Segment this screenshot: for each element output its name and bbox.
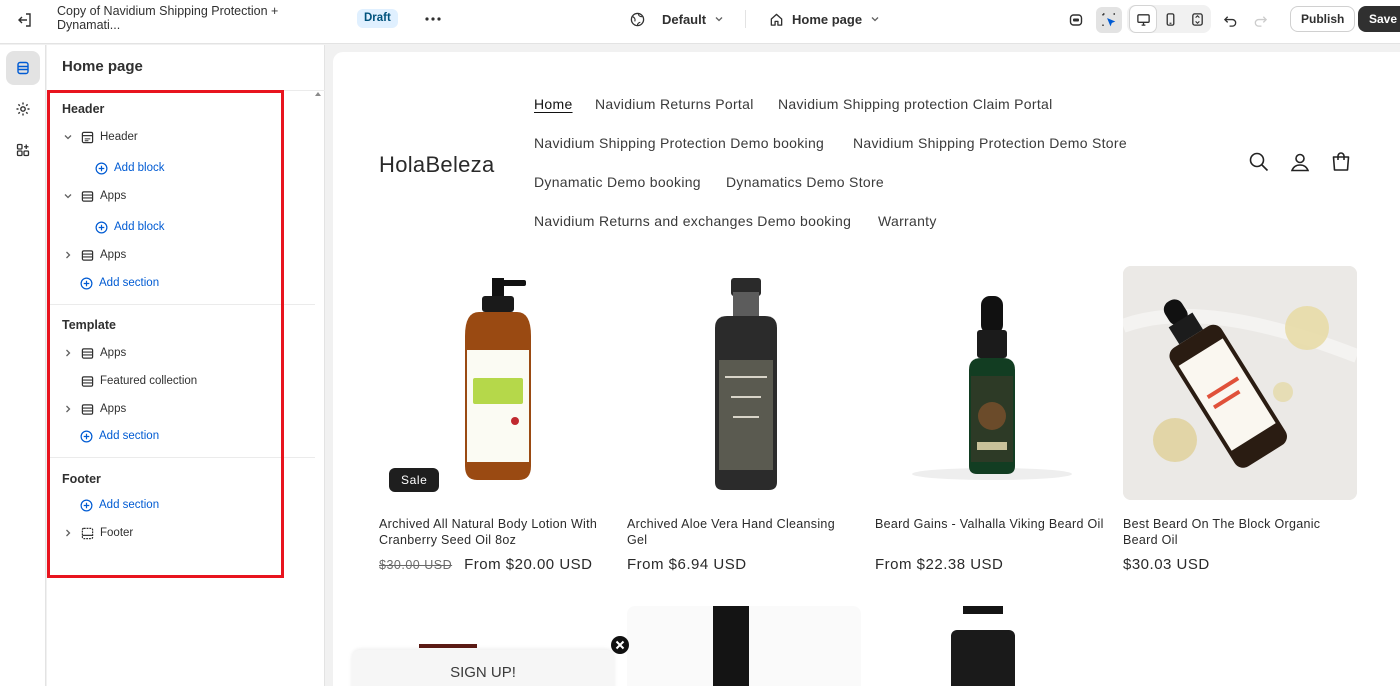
editor-topbar: Copy of Navidium Shipping Protection + D…	[0, 0, 1400, 44]
search-icon[interactable]	[1247, 150, 1271, 174]
product-price: $30.03 USD	[1123, 556, 1210, 573]
product-name[interactable]: Best Beard On The Block Organic Beard Oi…	[1123, 517, 1353, 548]
signup-popup[interactable]: SIGN UP!	[352, 650, 614, 686]
highlight-annotation-box	[47, 90, 284, 578]
inspector-icon[interactable]	[1096, 7, 1122, 33]
beard-oil-bottle-image	[912, 296, 1072, 480]
chevron-down-icon	[871, 17, 879, 22]
theme-title: Copy of Navidium Shipping Protection + D…	[57, 4, 317, 32]
nav-link[interactable]: Dynamatic Demo booking	[534, 174, 701, 190]
topbar-divider	[745, 10, 746, 28]
nav-link[interactable]: Navidium Returns Portal	[595, 96, 754, 112]
globe-icon	[630, 12, 645, 26]
editor-rail	[0, 45, 46, 686]
theme-title-line1: Copy of Navidium Shipping Protection +	[57, 4, 279, 18]
product-image-partial[interactable]	[627, 606, 861, 686]
account-icon[interactable]	[1288, 150, 1312, 174]
panel-title: Home page	[62, 58, 143, 75]
undo-icon[interactable]	[1217, 7, 1243, 33]
fullscreen-view-icon[interactable]	[1184, 6, 1210, 32]
product-price: From $6.94 USD	[627, 556, 747, 573]
product-image-partial[interactable]	[875, 606, 1109, 686]
product-image[interactable]	[1123, 266, 1357, 500]
product-name[interactable]: Archived All Natural Body Lotion With Cr…	[379, 517, 609, 548]
theme-settings-icon[interactable]	[6, 92, 40, 126]
cart-icon[interactable]	[1329, 150, 1353, 174]
product-image-partial	[419, 644, 477, 648]
more-actions-icon[interactable]	[422, 9, 444, 29]
product-image[interactable]	[627, 266, 861, 500]
chevron-down-icon	[715, 17, 723, 22]
mobile-view-icon[interactable]	[1157, 6, 1183, 32]
product-name[interactable]: Archived Aloe Vera Hand Cleansing Gel	[627, 517, 857, 548]
product-sale-price: From $20.00 USD	[464, 556, 593, 573]
page-selector[interactable]: Home page	[769, 9, 880, 29]
save-button[interactable]: Save	[1358, 6, 1400, 32]
organic-beard-oil-image	[1123, 266, 1357, 500]
theme-title-line2: Dynamati...	[57, 18, 121, 32]
sections-icon[interactable]	[6, 51, 40, 85]
theme-selector[interactable]: Default	[630, 9, 724, 29]
product-image[interactable]: Sale	[379, 266, 613, 500]
page-selector-label: Home page	[792, 11, 863, 27]
product-price: From $22.38 USD	[875, 556, 1004, 573]
app-blocks-icon[interactable]	[6, 133, 40, 167]
app-embeds-icon[interactable]	[1063, 7, 1089, 33]
store-logo[interactable]: HolaBeleza	[379, 152, 495, 178]
theme-selector-label: Default	[662, 11, 707, 27]
publish-button[interactable]: Publish	[1290, 6, 1356, 32]
nav-link[interactable]: Navidium Shipping Protection Demo Store	[853, 135, 1127, 151]
status-badge: Draft	[357, 9, 398, 28]
nav-link-home[interactable]: Home	[534, 96, 573, 112]
sale-badge: Sale	[389, 468, 440, 492]
nav-link[interactable]: Warranty	[878, 213, 937, 229]
product-price: $30.00 USD From $20.00 USD	[379, 556, 593, 573]
gel-bottle-image	[715, 278, 777, 490]
close-icon[interactable]	[611, 636, 629, 654]
store-preview: HolaBeleza Home Navidium Returns Portal …	[333, 52, 1400, 686]
product-image[interactable]	[875, 266, 1109, 500]
nav-link[interactable]: Dynamatics Demo Store	[726, 174, 884, 190]
nav-link[interactable]: Navidium Shipping protection Claim Porta…	[778, 96, 1053, 112]
scroll-up-arrow-icon[interactable]	[315, 92, 321, 96]
lotion-bottle-image	[465, 278, 531, 480]
desktop-view-icon[interactable]	[1130, 6, 1156, 32]
nav-link[interactable]: Navidium Shipping Protection Demo bookin…	[534, 135, 824, 151]
home-icon	[770, 13, 783, 26]
nav-link[interactable]: Navidium Returns and exchanges Demo book…	[534, 213, 851, 229]
product-name[interactable]: Beard Gains - Valhalla Viking Beard Oil	[875, 517, 1105, 533]
product-compare-price: $30.00 USD	[379, 558, 453, 572]
exit-icon[interactable]	[14, 9, 36, 31]
redo-icon[interactable]	[1247, 7, 1273, 33]
